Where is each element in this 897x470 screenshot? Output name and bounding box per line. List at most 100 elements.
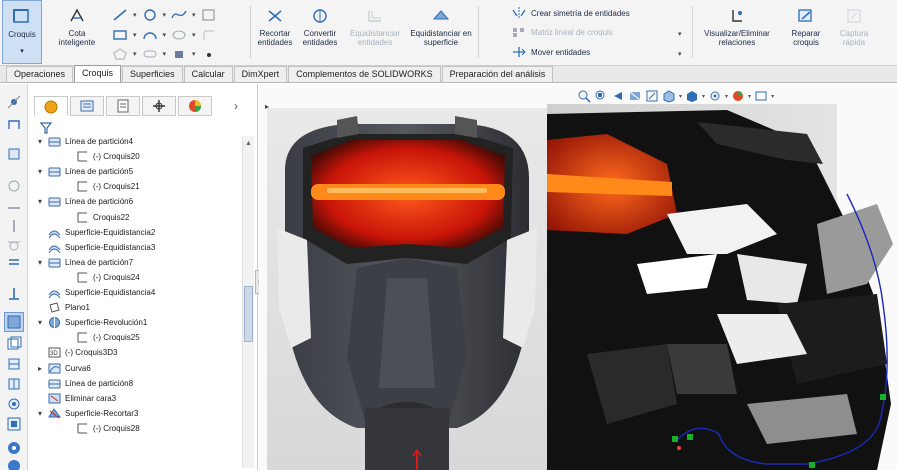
fix-icon[interactable] <box>6 146 22 162</box>
face-curves-icon[interactable] <box>201 8 217 22</box>
hide-show-items-icon[interactable] <box>708 89 722 103</box>
feature-tree-item[interactable]: Superficie-Equidistancia3 <box>36 240 155 255</box>
zoom-to-area-icon[interactable] <box>594 89 608 103</box>
merge-icon[interactable] <box>6 416 22 432</box>
point-icon[interactable] <box>201 47 217 61</box>
arc-dimension-icon[interactable] <box>6 116 22 132</box>
sketch-point[interactable] <box>880 394 886 400</box>
equidistanciar-superficie-button[interactable]: Equidistanciar en superficie <box>408 0 474 64</box>
tab-complementos[interactable]: Complementos de SOLIDWORKS <box>288 66 441 82</box>
midpoint-icon[interactable] <box>6 356 22 372</box>
cota-inteligente-button[interactable]: Cota inteligente <box>52 0 102 64</box>
mover-entidades-command[interactable]: Mover entidades <box>512 44 590 60</box>
captura-rapida-button[interactable]: Captura rápida <box>832 0 876 64</box>
ellipse-icon[interactable] <box>171 28 187 42</box>
croquis-button[interactable]: Croquis ▾ <box>2 0 42 64</box>
feature-tree-item[interactable]: (-) Croquis25 <box>76 330 140 345</box>
displaymanager-tab[interactable] <box>178 96 212 116</box>
coincident-icon[interactable] <box>6 178 22 194</box>
zoom-to-fit-icon[interactable] <box>577 89 591 103</box>
feature-tree-item[interactable]: ▾ Línea de partición7 <box>36 255 133 270</box>
matriz-lineal-command[interactable]: Matriz lineal de croquis <box>512 24 613 40</box>
filter-icon[interactable] <box>40 122 52 134</box>
collapse-icon[interactable]: ▾ <box>36 167 44 176</box>
convertir-button[interactable]: Convertir entidades <box>298 0 342 64</box>
feature-tree-item[interactable]: (-) Croquis20 <box>76 149 140 164</box>
chevron-right-icon[interactable]: › <box>234 99 238 113</box>
collapse-icon[interactable]: ▾ <box>36 137 44 146</box>
equal-icon[interactable] <box>6 254 22 270</box>
sketch-point[interactable] <box>687 434 693 440</box>
horizontal-icon[interactable] <box>6 200 22 216</box>
section-view-icon[interactable] <box>628 89 642 103</box>
sketch-fillet-icon[interactable] <box>201 28 217 42</box>
scroll-up-icon[interactable]: ▲ <box>245 140 252 147</box>
rectangle-icon[interactable] <box>112 28 128 42</box>
reparar-croquis-button[interactable]: Reparar croquis <box>786 0 826 64</box>
collapse-icon[interactable]: ▾ <box>36 258 44 267</box>
feature-tree-item[interactable]: Croquis22 <box>76 210 129 225</box>
graphics-area[interactable]: ▸ ▾ ▾ ▾ ▾ ▾ <box>259 84 897 470</box>
configurationmanager-tab[interactable] <box>106 96 140 116</box>
feature-tree-item[interactable]: ▾ Línea de partición5 <box>36 164 133 179</box>
collapse-icon[interactable]: ▾ <box>36 197 44 206</box>
sketch-point[interactable] <box>672 436 678 442</box>
feature-tree-item[interactable]: (-) Croquis21 <box>76 179 140 194</box>
tab-preparacion-analisis[interactable]: Preparación del análisis <box>441 66 554 82</box>
collapse-icon[interactable]: ▾ <box>36 318 44 327</box>
feature-tree-item[interactable]: (-) Croquis28 <box>76 421 140 436</box>
dimxpertmanager-tab[interactable] <box>142 96 176 116</box>
symmetric-icon[interactable] <box>6 336 22 352</box>
edit-appearance-icon[interactable] <box>731 89 745 103</box>
dynamic-annotation-icon[interactable] <box>645 89 659 103</box>
tab-calcular[interactable]: Calcular <box>183 66 233 82</box>
sketch-point[interactable] <box>809 462 815 468</box>
feature-tree-scrollbar[interactable]: ▲ <box>242 136 254 468</box>
tab-croquis[interactable]: Croquis <box>74 65 122 82</box>
text-icon[interactable] <box>171 47 187 61</box>
vertical-icon[interactable] <box>6 218 22 234</box>
feature-tree-item[interactable]: ▾ Línea de partición4 <box>36 134 133 149</box>
feature-tree-item[interactable]: Superficie-Equidistancia2 <box>36 225 155 240</box>
recortar-button[interactable]: Recortar entidades <box>254 0 296 64</box>
intersection-icon[interactable] <box>6 458 22 470</box>
collinear-icon[interactable] <box>6 376 22 392</box>
tangent-icon[interactable] <box>6 236 22 252</box>
feature-tree-item[interactable]: ▾ Línea de partición6 <box>36 194 133 209</box>
feature-tree-item[interactable]: Superficie-Equidistancia4 <box>36 285 155 300</box>
chevron-down-icon[interactable]: ▾ <box>678 30 682 38</box>
sketch-picture-front[interactable] <box>267 108 547 470</box>
apply-scene-icon[interactable] <box>754 89 768 103</box>
feature-tree-item[interactable]: Plano1 <box>36 300 90 315</box>
display-style-icon[interactable] <box>685 89 699 103</box>
chevron-down-icon[interactable]: ▾ <box>678 50 682 58</box>
propertymanager-tab[interactable] <box>70 96 104 116</box>
feature-tree-item[interactable]: Línea de partición8 <box>36 376 133 391</box>
concentric-icon[interactable] <box>6 396 22 412</box>
feature-tree-item[interactable]: ▾ Superficie-Revolución1 <box>36 315 147 330</box>
pierce-icon[interactable] <box>6 440 22 456</box>
feature-tree-item[interactable]: 3D (-) Croquis3D3 <box>36 345 117 360</box>
feature-tree-item[interactable]: Eliminar cara3 <box>36 391 116 406</box>
previous-view-icon[interactable] <box>611 89 625 103</box>
collapse-icon[interactable]: ▾ <box>36 409 44 418</box>
tab-dimxpert[interactable]: DimXpert <box>233 66 288 82</box>
sketch-picture-side[interactable] <box>547 104 897 470</box>
crear-simetria-command[interactable]: Crear simetría de entidades <box>512 5 630 21</box>
feature-tree-item[interactable]: ▸ Curva6 <box>36 361 91 376</box>
line-icon[interactable] <box>112 8 128 22</box>
slot-icon[interactable] <box>142 47 158 61</box>
sketch-point-icon[interactable] <box>6 94 22 110</box>
feature-tree-item[interactable]: ▾ Superficie-Recortar3 <box>36 406 138 421</box>
spline-icon[interactable] <box>171 8 187 22</box>
circle-icon[interactable] <box>142 8 158 22</box>
featuremanager-tab[interactable] <box>34 96 68 116</box>
tab-operaciones[interactable]: Operaciones <box>6 66 74 82</box>
scrollbar-thumb[interactable] <box>244 286 253 342</box>
equidistanciar-entidades-button[interactable]: Equidistanciar entidades <box>344 0 406 64</box>
view-orientation-icon[interactable] <box>662 89 676 103</box>
visualizar-relaciones-button[interactable]: Visualizar/Eliminar relaciones <box>696 0 778 64</box>
arc-icon[interactable] <box>142 28 158 42</box>
feature-tree-item[interactable]: (-) Croquis24 <box>76 270 140 285</box>
polygon-icon[interactable] <box>112 47 128 61</box>
